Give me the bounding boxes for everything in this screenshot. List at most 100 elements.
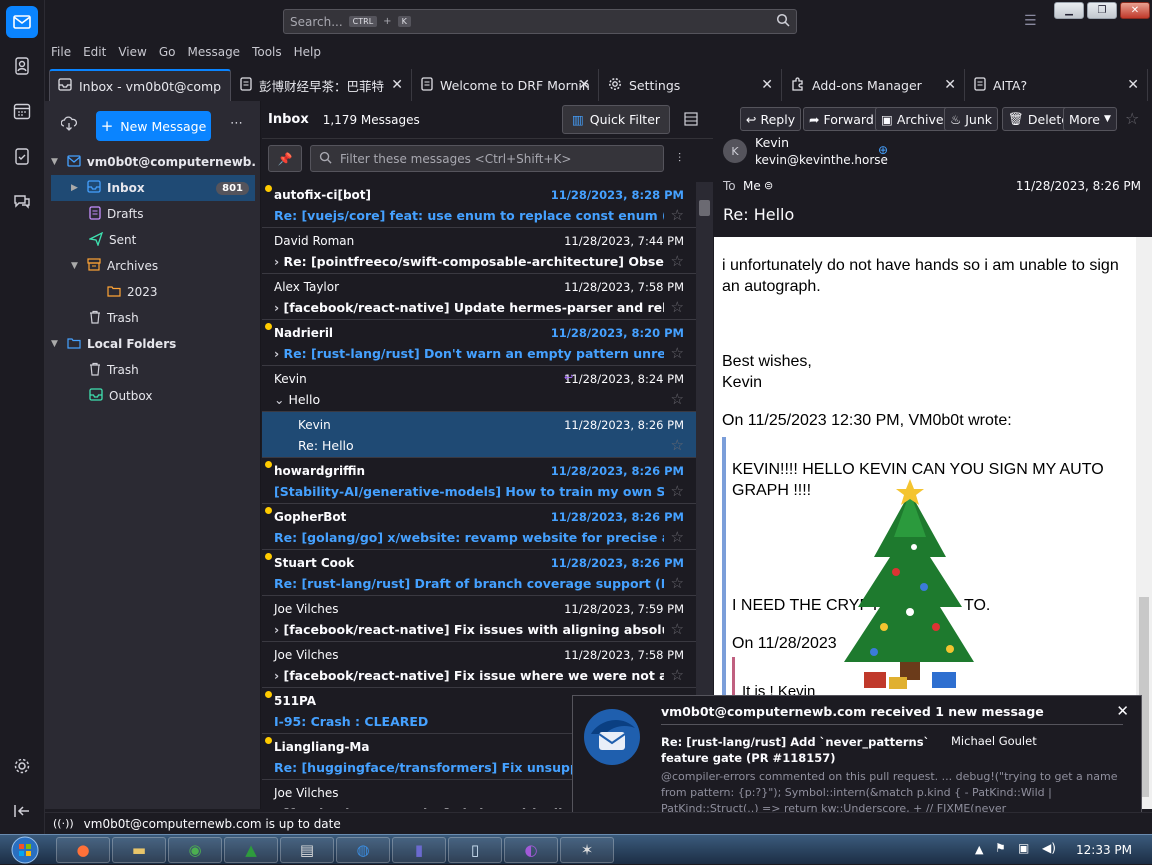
thread-chevron-icon[interactable]: › — [274, 254, 284, 269]
folder-sent[interactable]: Sent — [51, 227, 255, 253]
thread-chevron-icon[interactable]: › — [274, 806, 284, 809]
tray-volume-icon[interactable]: ◀) — [1042, 841, 1056, 855]
menu-file[interactable]: File — [45, 42, 77, 64]
sender-email[interactable]: kevin@kevinthe.horse — [755, 153, 888, 167]
star-icon[interactable]: ☆ — [671, 574, 684, 592]
archive-button[interactable]: ▣ Archive — [875, 107, 950, 131]
tab-drf-morning[interactable]: Welcome to DRF Morning ✕ — [413, 69, 599, 101]
new-mail-notification[interactable]: vm0b0t@computernewb.com received 1 new m… — [572, 695, 1142, 825]
message-row[interactable]: Joe Vilches 11/28/2023, 7:59 PM › [faceboo… — [262, 596, 696, 642]
star-icon[interactable]: ☆ — [671, 390, 684, 408]
close-notification-icon[interactable]: ✕ — [1116, 702, 1129, 720]
filter-settings-icon[interactable]: ⫶ — [678, 151, 681, 166]
message-row[interactable]: David Roman 11/28/2023, 7:44 PM › Re: [poi… — [262, 228, 696, 274]
message-row[interactable]: autofix-ci[bot] 11/28/2023, 8:28 PM Re: [v… — [262, 182, 696, 228]
reply-button[interactable]: ↩ Reply — [740, 107, 802, 131]
pin-filter-button[interactable]: 📌 — [268, 145, 302, 172]
folder-archives[interactable]: ▼ Archives — [51, 253, 255, 279]
search-icon[interactable] — [776, 13, 790, 30]
message-row[interactable]: GopherBot 11/28/2023, 8:26 PM Re: [golang/… — [262, 504, 696, 550]
get-messages-icon[interactable] — [60, 116, 78, 135]
taskbar-thunderbird-icon[interactable]: ◍ — [336, 837, 390, 863]
message-row-selected[interactable]: Kevin 11/28/2023, 8:26 PM Re: Hello ☆ — [262, 412, 696, 458]
thread-open-chevron-icon[interactable]: ⌄ — [274, 392, 288, 407]
chat-icon[interactable] — [6, 185, 38, 217]
star-icon[interactable]: ☆ — [671, 252, 684, 270]
folder-2023[interactable]: 2023 — [51, 279, 255, 305]
taskbar-clock[interactable]: 12:33 PM — [1076, 843, 1132, 857]
global-search-input[interactable]: Search... CTRL + K — [283, 9, 797, 34]
message-row[interactable]: Stuart Cook 11/28/2023, 8:26 PM Re: [rust-… — [262, 550, 696, 596]
thread-chevron-icon[interactable]: › — [274, 668, 284, 683]
add-contact-icon[interactable]: ⊕ — [878, 143, 888, 157]
thread-chevron-icon[interactable]: › — [274, 346, 284, 361]
folder-pane-menu-icon[interactable]: ⋯ — [230, 116, 243, 131]
account-row[interactable]: ▼ vm0b0t@computernewb.com — [51, 149, 255, 175]
tab-aita[interactable]: AITA? ✕ — [966, 69, 1148, 101]
recipient-me[interactable]: Me — [743, 179, 761, 193]
message-row[interactable]: Nadrieril 11/28/2023, 8:20 PM › Re: [rust-… — [262, 320, 696, 366]
tray-expand-icon[interactable]: ▲ — [975, 843, 983, 856]
message-row[interactable]: Kevin 11/28/2023, 8:24 PM ⌄ Hello ☆ ↩ — [262, 366, 696, 412]
taskbar-tree-icon[interactable]: ▲ — [224, 837, 278, 863]
online-status-icon[interactable]: ((·)) — [53, 817, 74, 830]
tab-settings[interactable]: Settings ✕ — [600, 69, 782, 101]
close-tab-icon[interactable]: ✕ — [1127, 77, 1139, 93]
start-button[interactable] — [4, 835, 46, 865]
star-icon[interactable]: ☆ — [671, 436, 684, 454]
calendar-icon[interactable] — [6, 95, 38, 127]
message-row[interactable]: Joe Vilches 11/28/2023, 7:58 PM › [faceboo… — [262, 642, 696, 688]
filter-messages-input[interactable]: Filter these messages <Ctrl+Shift+K> — [310, 145, 664, 172]
mail-icon[interactable] — [6, 6, 38, 38]
taskbar-purple-app-icon[interactable]: ◐ — [504, 837, 558, 863]
star-icon[interactable]: ☆ — [671, 206, 684, 224]
menu-view[interactable]: View — [112, 42, 152, 64]
sender-name[interactable]: Kevin — [755, 135, 789, 150]
tasks-icon[interactable] — [6, 140, 38, 172]
tray-flag-icon[interactable]: ⚑ — [995, 841, 1006, 855]
local-folders-row[interactable]: ▼ Local Folders — [51, 331, 255, 357]
close-tab-icon[interactable]: ✕ — [944, 77, 956, 93]
tab-bloomberg[interactable]: 彭博财经早茶：巴菲特 ✕ — [232, 69, 412, 101]
star-icon[interactable]: ☆ — [671, 666, 684, 684]
minimize-button[interactable]: ▁ — [1054, 2, 1084, 19]
folder-local-trash[interactable]: Trash — [51, 357, 255, 383]
menu-go[interactable]: Go — [153, 42, 182, 64]
star-icon[interactable]: ☆ — [671, 298, 684, 316]
tab-inbox[interactable]: Inbox - vm0b0t@computernewb.com — [49, 69, 231, 101]
star-icon[interactable]: ☆ — [671, 482, 684, 500]
close-window-button[interactable]: ✕ — [1120, 2, 1150, 19]
taskbar-usb-icon[interactable]: ▮ — [392, 837, 446, 863]
collapse-spaces-icon[interactable] — [6, 795, 38, 827]
close-tab-icon[interactable]: ✕ — [761, 77, 773, 93]
tray-network-icon[interactable]: ▣ — [1018, 841, 1029, 855]
folder-drafts[interactable]: Drafts — [51, 201, 255, 227]
quick-filter-button[interactable]: ▥ Quick Filter — [562, 105, 670, 134]
new-message-button[interactable]: + New Message — [96, 111, 211, 141]
more-button[interactable]: More ▼ — [1063, 107, 1117, 131]
taskbar-app-icon[interactable]: ▤ — [280, 837, 334, 863]
menu-edit[interactable]: Edit — [77, 42, 112, 64]
app-menu-icon[interactable]: ☰ — [1024, 13, 1037, 29]
folder-outbox[interactable]: Outbox — [51, 383, 255, 409]
close-tab-icon[interactable]: ✕ — [578, 77, 590, 93]
address-book-icon[interactable] — [6, 50, 38, 82]
message-row[interactable]: Alex Taylor 11/28/2023, 7:58 PM › [faceboo… — [262, 274, 696, 320]
tab-addons-manager[interactable]: Add-ons Manager ✕ — [783, 69, 965, 101]
settings-gear-icon[interactable] — [6, 750, 38, 782]
menu-message[interactable]: Message — [181, 42, 246, 64]
menu-tools[interactable]: Tools — [246, 42, 288, 64]
menu-help[interactable]: Help — [288, 42, 327, 64]
folder-inbox[interactable]: ▶ Inbox 801 — [51, 175, 255, 201]
maximize-button[interactable]: ❐ — [1087, 2, 1117, 19]
star-icon[interactable]: ☆ — [671, 620, 684, 638]
message-row[interactable]: howardgriffin 11/28/2023, 8:26 PM [Stabili… — [262, 458, 696, 504]
star-icon[interactable]: ☆ — [1125, 109, 1139, 128]
close-tab-icon[interactable]: ✕ — [391, 77, 403, 93]
star-icon[interactable]: ☆ — [671, 528, 684, 546]
junk-button[interactable]: ♨ Junk — [944, 107, 998, 131]
folder-trash[interactable]: Trash — [51, 305, 255, 331]
display-options-icon[interactable] — [683, 111, 699, 130]
thread-chevron-icon[interactable]: › — [274, 622, 284, 637]
taskbar-notepad-icon[interactable]: ▯ — [448, 837, 502, 863]
